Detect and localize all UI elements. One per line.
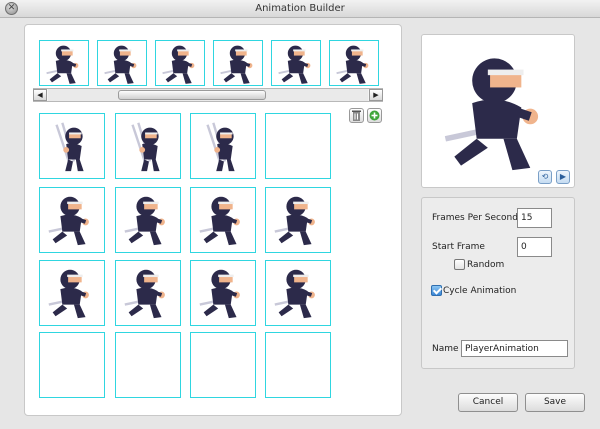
ninja-sprite [194,117,252,175]
sprite-cell[interactable] [190,113,256,179]
empty-sprite-cell[interactable] [265,332,331,398]
sprite-cell[interactable] [115,113,181,179]
empty-sprite-cell[interactable] [39,332,105,398]
sprite-cell[interactable] [115,187,181,253]
trash-icon [352,110,361,124]
empty-sprite-cell[interactable] [115,332,181,398]
sprite-cell[interactable] [39,113,105,179]
sprite-cell[interactable] [39,187,105,253]
timeline-frame[interactable] [97,40,147,86]
name-label: Name [432,344,459,354]
rewind-button[interactable]: ⟲ [538,170,552,184]
ninja-sprite [194,191,252,249]
empty-sprite-cell[interactable] [190,332,256,398]
ninja-sprite [42,41,86,85]
random-label: Random [467,260,505,270]
timeline-frame[interactable] [213,40,263,86]
ninja-sprite [194,264,252,322]
sprite-cell[interactable] [265,260,331,326]
timeline-scrollbar[interactable]: ◀ ▶ [33,88,383,102]
save-button[interactable]: Save [525,393,585,412]
add-frame-button[interactable] [367,108,382,123]
preview-panel [421,34,575,188]
cycle-animation-checkbox[interactable] [431,285,442,296]
play-button[interactable]: ▶ [556,170,570,184]
delete-frame-button[interactable] [349,108,364,123]
window-title: Animation Builder [255,3,345,14]
ninja-sprite [119,191,177,249]
scroll-right-arrow-icon[interactable]: ▶ [369,89,383,101]
fps-input[interactable] [517,208,552,228]
ninja-sprite [43,264,101,322]
ninja-sprite [216,41,260,85]
ninja-sprite [100,41,144,85]
sprite-cell[interactable] [115,260,181,326]
ninja-sprite [269,191,327,249]
fps-label: Frames Per Second [432,213,518,223]
ninja-sprite [274,41,318,85]
timeline-frame[interactable] [39,40,89,86]
play-icon: ▶ [559,172,567,181]
add-icon [369,110,380,124]
close-icon[interactable]: ✕ [5,2,18,15]
cancel-button[interactable]: Cancel [458,393,518,412]
cycle-animation-label: Cycle Animation [443,286,517,296]
ninja-sprite [332,41,376,85]
ninja-sprite [119,117,177,175]
ninja-sprite [43,117,101,175]
random-checkbox[interactable] [454,259,465,270]
scroll-left-arrow-icon[interactable]: ◀ [33,89,47,101]
name-input[interactable] [461,340,568,357]
empty-sprite-cell[interactable] [265,113,331,179]
ninja-sprite [43,191,101,249]
sprite-cell[interactable] [265,187,331,253]
sprite-cell[interactable] [39,260,105,326]
sprite-cell[interactable] [190,260,256,326]
timeline-frame[interactable] [329,40,379,86]
timeline-frame[interactable] [155,40,205,86]
start-frame-input[interactable] [517,237,552,257]
title-bar: Animation Builder ✕ [0,0,600,18]
scroll-track[interactable] [48,89,368,101]
ninja-sprite [119,264,177,322]
ninja-sprite [269,264,327,322]
preview-sprite [432,45,566,179]
timeline-frame[interactable] [271,40,321,86]
ninja-sprite [158,41,202,85]
rewind-icon: ⟲ [541,172,549,181]
scroll-thumb[interactable] [118,90,266,100]
start-frame-label: Start Frame [432,242,485,252]
sprite-cell[interactable] [190,187,256,253]
